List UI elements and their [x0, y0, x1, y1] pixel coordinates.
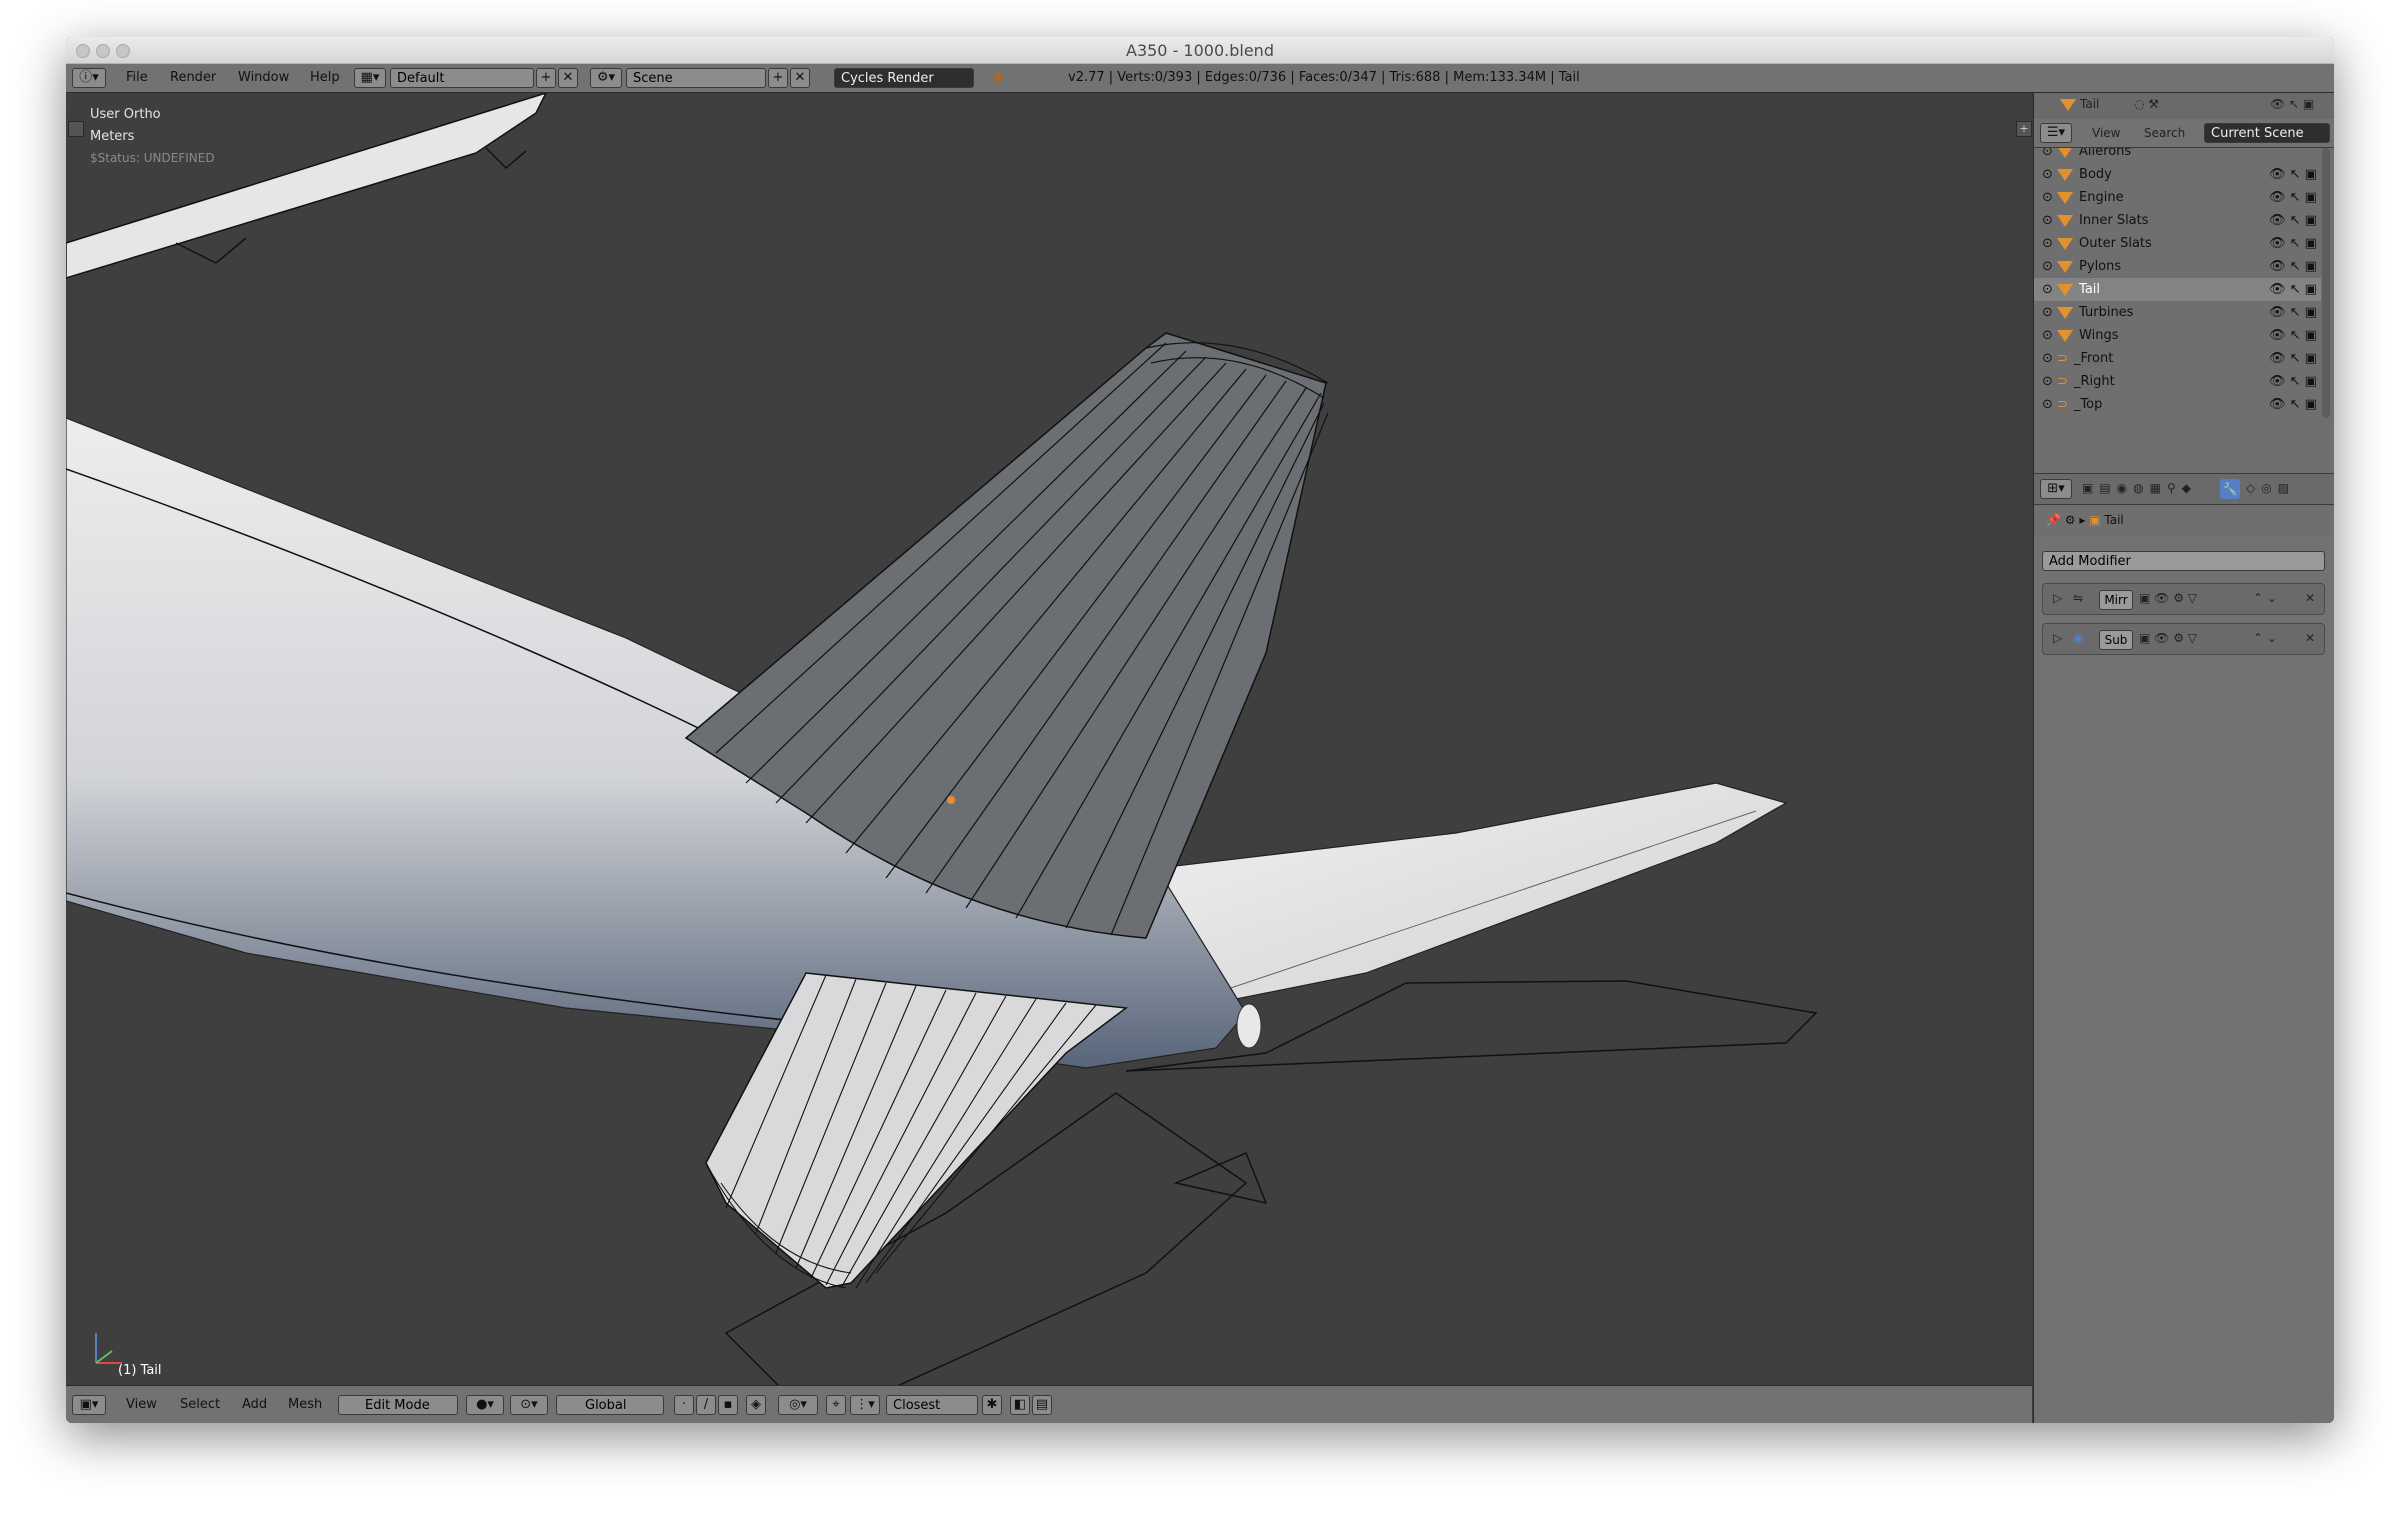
- outliner-item[interactable]: ⊙ ⊃ _Front 👁 ↖ ▣: [2034, 347, 2321, 370]
- modifier-name-field[interactable]: Mirr: [2099, 590, 2133, 610]
- modifier-subsurf-panel: ▷ ◉ Sub ▣ 👁 ⚙ ▽ ⌃ ⌄ ✕: [2042, 623, 2325, 655]
- align-rotation-icon[interactable]: ✱: [982, 1395, 1002, 1415]
- blender-window: A350 - 1000.blend ⓘ▾ File Render Window …: [66, 37, 2334, 1423]
- transform-orientation-select[interactable]: Global: [556, 1395, 664, 1415]
- scene-field[interactable]: Scene: [626, 68, 766, 88]
- object-cube-icon: ▣: [2089, 513, 2101, 527]
- scene-icon[interactable]: ⚙▾: [590, 68, 622, 88]
- menu-help[interactable]: Help: [310, 68, 340, 88]
- screen-layout-icon[interactable]: ▦▾: [354, 68, 386, 88]
- mode-select[interactable]: Edit Mode: [338, 1395, 458, 1415]
- snap-target-select[interactable]: Closest: [886, 1395, 978, 1415]
- editor-type-3dview-icon[interactable]: ▣▾: [72, 1395, 106, 1415]
- outliner-header: ☰▾ View Search Current Scene: [2034, 119, 2334, 148]
- outliner-item[interactable]: ⊙ Wings 👁 ↖ ▣: [2034, 324, 2321, 347]
- scene-icon-small: ⚙ ▸: [2064, 513, 2086, 527]
- active-object-label: (1) Tail: [118, 1363, 162, 1378]
- add-modifier-select[interactable]: Add Modifier: [2042, 551, 2325, 571]
- outliner-item[interactable]: ⊙ Turbines 👁 ↖ ▣: [2034, 301, 2321, 324]
- scene-statistics: v2.77 | Verts:0/393 | Edges:0/736 | Face…: [1068, 70, 1580, 85]
- outliner-item[interactable]: ⊙ Pylons 👁 ↖ ▣: [2034, 255, 2321, 278]
- outliner-item[interactable]: ⊙ Inner Slats 👁 ↖ ▣: [2034, 209, 2321, 232]
- right-panel: Tail ◌ ⚒ 👁 ↖ ▣ ☰▾ View Search Current Sc…: [2033, 93, 2334, 1423]
- 3d-viewport[interactable]: User Ortho Meters $Status: UNDEFINED + (…: [66, 93, 2032, 1385]
- snap-element-icon[interactable]: ⋮▾: [850, 1395, 880, 1415]
- properties-region-toggle[interactable]: +: [2016, 121, 2032, 137]
- outliner-item[interactable]: ⊙ ⊃ _Top 👁 ↖ ▣: [2034, 393, 2321, 416]
- editor-type-properties-icon[interactable]: ⊞▾: [2040, 479, 2072, 499]
- menu-file[interactable]: File: [126, 68, 148, 88]
- move-modifier-arrows[interactable]: ⌃ ⌄: [2253, 591, 2277, 605]
- add-scene-button[interactable]: +: [768, 68, 788, 88]
- breadcrumb-object: Tail: [2104, 513, 2124, 527]
- vertex-select-icon[interactable]: ·: [674, 1395, 694, 1415]
- limit-selection-icon[interactable]: ◈: [746, 1395, 766, 1415]
- outliner-item-selected[interactable]: ⊙ Tail 👁 ↖ ▣: [2034, 278, 2321, 301]
- remove-layout-button[interactable]: ✕: [558, 68, 578, 88]
- menu-mesh[interactable]: Mesh: [288, 1395, 322, 1415]
- properties-breadcrumb: 📌 ⚙ ▸ ▣ Tail: [2046, 513, 2124, 527]
- proportional-edit-icon[interactable]: ◎▾: [778, 1395, 818, 1415]
- remove-scene-button[interactable]: ✕: [790, 68, 810, 88]
- outliner-item[interactable]: ⊙ ⊃ _Right 👁 ↖ ▣: [2034, 370, 2321, 393]
- view-name-label: User Ortho: [90, 107, 161, 122]
- menu-add[interactable]: Add: [242, 1395, 267, 1415]
- remove-modifier-icon[interactable]: ✕: [2305, 591, 2315, 605]
- render-engine-select[interactable]: Cycles Render: [834, 68, 974, 88]
- menu-view[interactable]: View: [126, 1395, 157, 1415]
- outliner-tab-search[interactable]: Search: [2144, 126, 2185, 140]
- add-layout-button[interactable]: +: [536, 68, 556, 88]
- pivot-point-icon[interactable]: ⊙▾: [510, 1395, 548, 1415]
- 3d-view-header: ▣▾ View Select Add Mesh Edit Mode ●▾ ⊙▾ …: [66, 1385, 2032, 1423]
- modifier-icon: ◌ ⚒: [2134, 97, 2160, 111]
- status-label: $Status: UNDEFINED: [90, 151, 215, 165]
- render-image-icon[interactable]: ◧: [1010, 1395, 1030, 1415]
- outliner-active-object[interactable]: Tail: [2080, 97, 2099, 111]
- outliner-item[interactable]: ⊙ Outer Slats 👁 ↖ ▣: [2034, 232, 2321, 255]
- modifier-display-toggles[interactable]: ▣ 👁 ⚙ ▽: [2139, 631, 2197, 645]
- mirror-modifier-icon: ⇋: [2073, 591, 2084, 605]
- editor-type-info-icon[interactable]: ⓘ▾: [72, 68, 106, 88]
- layout-field[interactable]: Default: [390, 68, 534, 88]
- menu-select[interactable]: Select: [180, 1395, 220, 1415]
- expand-arrow-icon[interactable]: ▷: [2053, 631, 2062, 645]
- aircraft-model: [66, 93, 1818, 1385]
- render-animation-icon[interactable]: ▤: [1032, 1395, 1052, 1415]
- snap-toggle-icon[interactable]: ⌖: [826, 1395, 846, 1415]
- units-label: Meters: [90, 129, 135, 144]
- more-context-tabs[interactable]: ◇◎▨: [2246, 481, 2295, 495]
- tail-object-icon: [2060, 99, 2076, 111]
- pin-icon[interactable]: 📌: [2046, 513, 2061, 527]
- viewport-shading-icon[interactable]: ●▾: [466, 1395, 504, 1415]
- expand-arrow-icon[interactable]: ▷: [2053, 591, 2062, 605]
- properties-context-tabs[interactable]: ▣▤◉◍▦⚲◆: [2082, 481, 2197, 495]
- info-header: ⓘ▾ File Render Window Help ▦▾ Default + …: [66, 64, 2334, 93]
- editor-type-outliner-icon[interactable]: ☰▾: [2040, 123, 2072, 143]
- window-title: A350 - 1000.blend: [1126, 41, 1274, 60]
- outliner-display-mode[interactable]: Current Scene: [2204, 123, 2330, 143]
- modifier-display-toggles[interactable]: ▣ 👁 ⚙ ▽: [2139, 591, 2197, 605]
- modifier-mirror-panel: ▷ ⇋ Mirr ▣ 👁 ⚙ ▽ ⌃ ⌄ ✕: [2042, 583, 2325, 615]
- visibility-icon[interactable]: 👁 ↖ ▣: [2270, 97, 2314, 111]
- outliner-scrollbar[interactable]: [2322, 148, 2330, 418]
- outliner-item[interactable]: ⊙ Engine 👁 ↖ ▣: [2034, 186, 2321, 209]
- modifier-name-field[interactable]: Sub: [2099, 630, 2133, 650]
- move-modifier-arrows[interactable]: ⌃ ⌄: [2253, 631, 2277, 645]
- edge-select-icon[interactable]: /: [696, 1395, 716, 1415]
- face-select-icon[interactable]: ▪: [718, 1395, 738, 1415]
- menu-render[interactable]: Render: [170, 68, 216, 88]
- modifier-tab-icon[interactable]: 🔧: [2220, 479, 2240, 499]
- toolshelf-toggle[interactable]: [68, 121, 84, 137]
- outliner-top-row: Tail ◌ ⚒ 👁 ↖ ▣: [2034, 93, 2334, 120]
- outliner-item[interactable]: ⊙ Body 👁 ↖ ▣: [2034, 163, 2321, 186]
- blender-logo-icon: ◉: [992, 70, 1004, 85]
- menu-window[interactable]: Window: [238, 68, 289, 88]
- outliner-item[interactable]: ⊙ Ailerons: [2034, 148, 2321, 163]
- properties-header: ⊞▾ ▣▤◉◍▦⚲◆ 🔧 ◇◎▨: [2034, 473, 2334, 505]
- remove-modifier-icon[interactable]: ✕: [2305, 631, 2315, 645]
- subsurf-modifier-icon: ◉: [2073, 631, 2084, 645]
- outliner-tab-view[interactable]: View: [2092, 126, 2120, 140]
- title-bar: A350 - 1000.blend: [66, 37, 2334, 64]
